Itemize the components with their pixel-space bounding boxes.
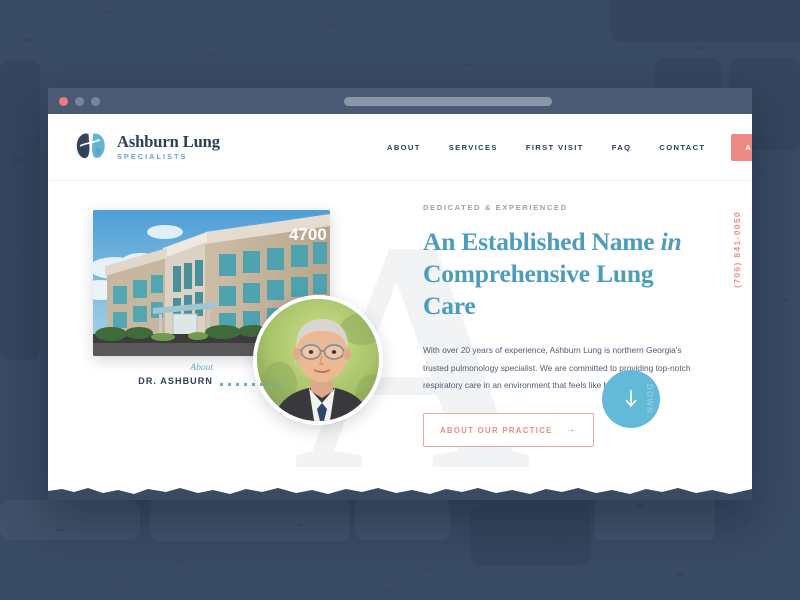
brand-name: Ashburn Lung bbox=[117, 131, 220, 151]
address-bar[interactable] bbox=[344, 97, 552, 106]
caption-dotted-connector bbox=[220, 383, 279, 386]
nav-label: SERVICES bbox=[448, 143, 498, 152]
nav-item-faq[interactable]: 04 FAQ bbox=[598, 137, 646, 158]
window-maximize-dot[interactable] bbox=[91, 96, 100, 106]
torn-paper-edge bbox=[48, 488, 752, 500]
doctor-caption: About DR. ASHBURN bbox=[128, 363, 213, 386]
site-header: Ashburn Lung SPECIALISTS 01 ABOUT 02 SER… bbox=[48, 114, 752, 181]
nav-label: FIRST VISIT bbox=[525, 143, 584, 152]
caption-about-label: About bbox=[190, 363, 213, 373]
window-minimize-dot[interactable] bbox=[75, 96, 84, 106]
hero-title-part2: Comprehensive Lung Care bbox=[423, 259, 654, 321]
cta-label: ABOUT OUR PRACTICE bbox=[440, 425, 553, 435]
hero-section: 4700 About DR. ASHBURN DEDICATED & EXPER… bbox=[48, 181, 752, 500]
phone-number-vertical[interactable]: (706) 841-0050 bbox=[732, 211, 742, 288]
browser-chrome bbox=[48, 88, 752, 114]
website-canvas: A Ashburn Lung SPECIALISTS 01 ABOUT 02 S… bbox=[48, 114, 752, 500]
caption-doctor-name: DR. ASHBURN bbox=[138, 376, 213, 386]
nav-label: ABOUT bbox=[387, 143, 421, 152]
hero-title-part1: An Established Name bbox=[423, 227, 661, 256]
window-close-dot[interactable] bbox=[59, 96, 68, 106]
logo-text: Ashburn Lung SPECIALISTS bbox=[117, 131, 220, 162]
nav-item-contact[interactable]: 05 CONTACT bbox=[645, 137, 719, 158]
main-navigation: 01 ABOUT 02 SERVICES 03 FIRST VISIT 04 F… bbox=[373, 114, 752, 181]
doctor-portrait-photo bbox=[253, 295, 383, 425]
hero-eyebrow: DEDICATED & EXPERIENCED bbox=[423, 203, 568, 212]
building-sign-number: 4700 bbox=[289, 225, 327, 244]
hero-title: An Established Name in Comprehensive Lung… bbox=[423, 226, 695, 322]
nav-item-services[interactable]: 02 SERVICES bbox=[435, 137, 512, 158]
scroll-down-label: DOWN bbox=[645, 383, 654, 415]
arrow-right-icon: → bbox=[565, 424, 577, 436]
hero-title-italic: in bbox=[660, 227, 682, 256]
lungs-icon bbox=[74, 130, 108, 165]
arrow-down-icon bbox=[625, 390, 637, 408]
scroll-down-button[interactable]: DOWN bbox=[602, 370, 660, 428]
nav-label: FAQ bbox=[611, 143, 632, 152]
nav-item-first-visit[interactable]: 03 FIRST VISIT bbox=[512, 137, 598, 158]
about-our-practice-button[interactable]: ABOUT OUR PRACTICE → bbox=[423, 413, 594, 448]
brand-tagline: SPECIALISTS bbox=[117, 152, 188, 162]
browser-window: A Ashburn Lung SPECIALISTS 01 ABOUT 02 S… bbox=[48, 88, 752, 500]
appointments-button[interactable]: APPOINTMENTS bbox=[731, 134, 752, 161]
nav-label: CONTACT bbox=[659, 143, 706, 152]
site-logo[interactable]: Ashburn Lung SPECIALISTS bbox=[74, 130, 220, 165]
nav-item-about[interactable]: 01 ABOUT bbox=[373, 137, 435, 158]
